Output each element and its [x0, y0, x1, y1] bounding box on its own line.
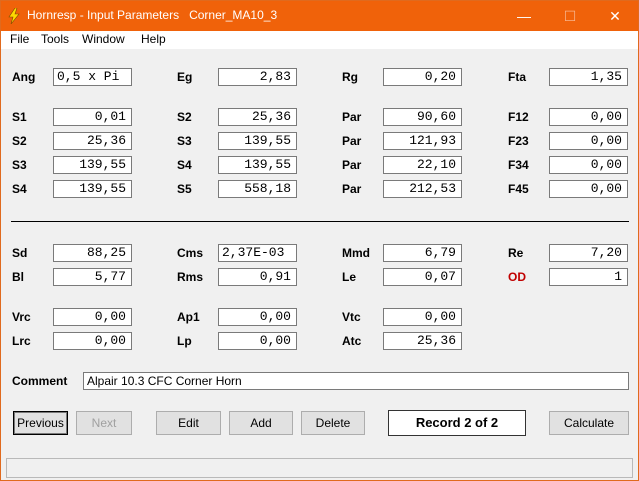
fta-label: Fta [508, 70, 526, 84]
add-button[interactable]: Add [229, 411, 293, 435]
rg-field[interactable]: 0,20 [383, 68, 462, 86]
f34-field[interactable]: 0,00 [549, 156, 628, 174]
s5-label: S5 [177, 182, 192, 196]
s2-row2-field[interactable]: 25,36 [53, 132, 132, 150]
minimize-button[interactable]: — [501, 1, 547, 31]
menu-window[interactable]: Window [82, 32, 125, 46]
rg-label: Rg [342, 70, 358, 84]
s3-row3-field[interactable]: 139,55 [53, 156, 132, 174]
comment-label: Comment [12, 374, 68, 388]
edit-button[interactable]: Edit [156, 411, 221, 435]
od-field[interactable]: 1 [549, 268, 628, 286]
lrc-label: Lrc [12, 334, 31, 348]
s4-row4-label: S4 [12, 182, 27, 196]
s4-row4-field[interactable]: 139,55 [53, 180, 132, 198]
cms-field[interactable]: 2,37E-03 [218, 244, 297, 262]
ap1-field[interactable]: 0,00 [218, 308, 297, 326]
f23-field[interactable]: 0,00 [549, 132, 628, 150]
f23-label: F23 [508, 134, 529, 148]
previous-button[interactable]: Previous [13, 411, 68, 435]
s2-field[interactable]: 25,36 [218, 108, 297, 126]
par3-field[interactable]: 22,10 [383, 156, 462, 174]
calculate-button[interactable]: Calculate [549, 411, 629, 435]
sd-field[interactable]: 88,25 [53, 244, 132, 262]
f34-label: F34 [508, 158, 529, 172]
f12-label: F12 [508, 110, 529, 124]
atc-label: Atc [342, 334, 362, 348]
f12-field[interactable]: 0,00 [549, 108, 628, 126]
eg-field[interactable]: 2,83 [218, 68, 297, 86]
menu-bar: File Tools Window Help [1, 31, 638, 49]
s2-row2-label: S2 [12, 134, 27, 148]
s1-label: S1 [12, 110, 27, 124]
hornresp-window: Hornresp - Input Parameters Corner_MA10_… [0, 0, 639, 481]
par4-field[interactable]: 212,53 [383, 180, 462, 198]
s5-field[interactable]: 558,18 [218, 180, 297, 198]
par4-label: Par [342, 182, 362, 196]
s3-label: S3 [177, 134, 192, 148]
rms-field[interactable]: 0,91 [218, 268, 297, 286]
f45-label: F45 [508, 182, 529, 196]
maximize-button[interactable]: ☐ [547, 1, 593, 31]
ang-label: Ang [12, 70, 36, 84]
vrc-field[interactable]: 0,00 [53, 308, 132, 326]
vrc-label: Vrc [12, 310, 31, 324]
par1-field[interactable]: 90,60 [383, 108, 462, 126]
fta-field[interactable]: 1,35 [549, 68, 628, 86]
s4-field[interactable]: 139,55 [218, 156, 297, 174]
bl-field[interactable]: 5,77 [53, 268, 132, 286]
menu-file[interactable]: File [10, 32, 29, 46]
sd-label: Sd [12, 246, 28, 260]
comment-field[interactable]: Alpair 10.3 CFC Corner Horn [83, 372, 629, 390]
f45-field[interactable]: 0,00 [549, 180, 628, 198]
par2-label: Par [342, 134, 362, 148]
par2-field[interactable]: 121,93 [383, 132, 462, 150]
re-label: Re [508, 246, 524, 260]
re-field[interactable]: 7,20 [549, 244, 628, 262]
ang-field[interactable]: 0,5 x Pi [53, 68, 132, 86]
s4-label: S4 [177, 158, 192, 172]
menu-help[interactable]: Help [141, 32, 166, 46]
lightning-icon [8, 8, 20, 24]
par1-label: Par [342, 110, 362, 124]
atc-field[interactable]: 25,36 [383, 332, 462, 350]
status-bar [6, 458, 633, 478]
s3-row3-label: S3 [12, 158, 27, 172]
close-button[interactable]: ✕ [592, 1, 638, 31]
lp-field[interactable]: 0,00 [218, 332, 297, 350]
rms-label: Rms [177, 270, 204, 284]
par3-label: Par [342, 158, 362, 172]
le-label: Le [342, 270, 357, 284]
s2-label: S2 [177, 110, 192, 124]
menu-tools[interactable]: Tools [41, 32, 69, 46]
title-bar[interactable]: Hornresp - Input Parameters Corner_MA10_… [1, 1, 638, 31]
record-indicator: Record 2 of 2 [388, 410, 526, 436]
lrc-field[interactable]: 0,00 [53, 332, 132, 350]
vtc-field[interactable]: 0,00 [383, 308, 462, 326]
lp-label: Lp [177, 334, 192, 348]
window-title: Hornresp - Input Parameters Corner_MA10_… [27, 8, 278, 22]
od-label[interactable]: OD [508, 270, 526, 284]
section-divider [11, 221, 629, 222]
cms-label: Cms [177, 246, 204, 260]
s3-field[interactable]: 139,55 [218, 132, 297, 150]
eg-label: Eg [177, 70, 193, 84]
le-field[interactable]: 0,07 [383, 268, 462, 286]
delete-button[interactable]: Delete [301, 411, 365, 435]
vtc-label: Vtc [342, 310, 361, 324]
ap1-label: Ap1 [177, 310, 200, 324]
mmd-field[interactable]: 6,79 [383, 244, 462, 262]
bl-label: Bl [12, 270, 24, 284]
next-button[interactable]: Next [76, 411, 132, 435]
mmd-label: Mmd [342, 246, 370, 260]
s1-field[interactable]: 0,01 [53, 108, 132, 126]
